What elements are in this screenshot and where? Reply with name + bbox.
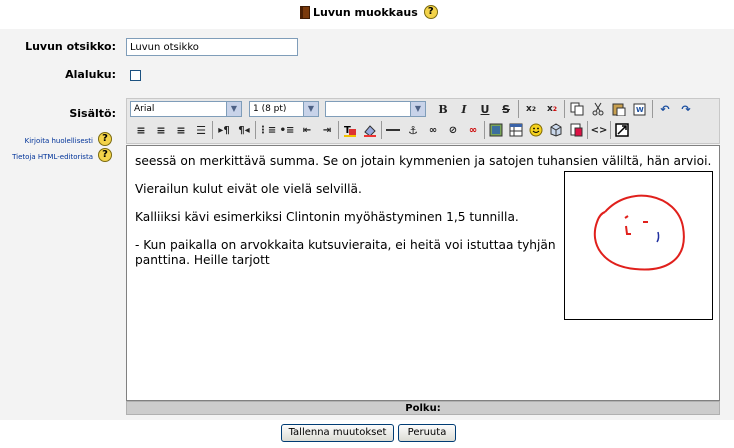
bold-icon[interactable]: B <box>434 100 452 118</box>
format-block-select[interactable]: ▼ <box>325 101 426 117</box>
chevron-down-icon: ▼ <box>303 102 318 116</box>
font-size-value: 1 (8 pt) <box>253 104 287 114</box>
horizontal-rule-icon[interactable] <box>384 121 402 139</box>
chevron-down-icon: ▼ <box>226 102 241 116</box>
book-icon <box>300 5 310 19</box>
superscript-icon[interactable]: x2 <box>543 100 561 118</box>
table-icon[interactable] <box>507 121 525 139</box>
paste-word-icon[interactable]: W <box>631 100 649 118</box>
help-icon[interactable]: ? <box>98 148 112 162</box>
toolbar-separator <box>610 121 611 139</box>
underline-icon[interactable]: U <box>476 100 494 118</box>
help-link-writing[interactable]: Kirjoita huolellisesti <box>10 137 93 145</box>
font-family-select[interactable]: Arial ▼ <box>130 101 242 117</box>
anchor-icon[interactable]: ⚓ <box>404 121 422 139</box>
unlink-icon[interactable]: ⊘ <box>444 121 462 139</box>
chapter-title-label: Luvun otsikko: <box>25 40 116 53</box>
italic-icon[interactable]: I <box>455 100 473 118</box>
content-label: Sisältö: <box>69 107 116 120</box>
search-replace-icon[interactable] <box>567 121 585 139</box>
toolbar-separator <box>338 121 339 139</box>
page-header: Luvun muokkaus ? <box>300 4 438 20</box>
align-left-icon[interactable]: ≡ <box>132 121 150 139</box>
editor-path-bar: Polku: <box>126 401 720 415</box>
html-source-icon[interactable]: <> <box>590 121 608 139</box>
justify-icon[interactable]: ☰ <box>192 121 210 139</box>
strikethrough-icon[interactable]: S <box>497 100 515 118</box>
text-color-icon[interactable]: T <box>341 121 359 139</box>
toolbar-separator <box>652 100 653 118</box>
undo-icon[interactable]: ↶ <box>656 100 674 118</box>
toolbar-separator <box>587 121 588 139</box>
indent-icon[interactable]: ⇥ <box>318 121 336 139</box>
font-family-value: Arial <box>134 104 155 114</box>
help-icon[interactable]: ? <box>423 5 438 19</box>
smiley-drawing[interactable] <box>564 171 713 320</box>
nolink-icon[interactable]: ∞ <box>464 121 482 139</box>
subchapter-checkbox[interactable] <box>130 70 141 81</box>
ltr-icon[interactable]: ▸¶ <box>215 121 233 139</box>
chevron-down-icon: ▼ <box>410 102 425 116</box>
rtl-icon[interactable]: ¶◂ <box>235 121 253 139</box>
fullscreen-icon[interactable] <box>613 121 631 139</box>
align-right-icon[interactable]: ≡ <box>172 121 190 139</box>
help-icon[interactable]: ? <box>98 132 112 146</box>
toolbar-separator <box>255 121 256 139</box>
toolbar-separator <box>518 100 519 118</box>
toolbar-separator <box>564 100 565 118</box>
toolbar-separator <box>212 121 213 139</box>
toolbar-row-2-buttons: ≡ ≡ ≡ ☰ ▸¶ ¶◂ ⋮≡ •≡ ⇤ ⇥ T ⚓ ∞ ⊘ ∞ <> <box>132 121 631 139</box>
cancel-button[interactable]: Peruuta <box>398 424 456 442</box>
smiley-drawing-graphic <box>593 194 685 271</box>
save-button[interactable]: Tallenna muutokset <box>281 424 394 442</box>
special-char-icon[interactable] <box>547 121 565 139</box>
cut-icon[interactable] <box>589 100 607 118</box>
ordered-list-icon[interactable]: ⋮≡ <box>258 121 276 139</box>
outdent-icon[interactable]: ⇤ <box>298 121 316 139</box>
path-label: Polku: <box>405 403 441 414</box>
unordered-list-icon[interactable]: •≡ <box>278 121 296 139</box>
background-color-icon[interactable] <box>361 121 379 139</box>
toolbar-row-1-buttons: B I U S x2 x2 W ↶ ↷ <box>434 100 695 118</box>
chapter-title-input[interactable] <box>126 38 298 56</box>
svg-text:W: W <box>636 106 644 114</box>
copy-icon[interactable] <box>568 100 586 118</box>
redo-icon[interactable]: ↷ <box>677 100 695 118</box>
subscript-icon[interactable]: x2 <box>522 100 540 118</box>
align-center-icon[interactable]: ≡ <box>152 121 170 139</box>
link-icon[interactable]: ∞ <box>424 121 442 139</box>
editor-area[interactable]: seessä on merkittävä summa. Se on jotain… <box>126 145 720 401</box>
image-icon[interactable] <box>487 121 505 139</box>
toolbar-separator <box>381 121 382 139</box>
editor-paragraph: - Kun paikalla on arvokkaita kutsuvierai… <box>135 238 556 267</box>
smiley-icon[interactable] <box>527 121 545 139</box>
editor-paragraph: seessä on merkittävä summa. Se on jotain… <box>135 154 712 168</box>
help-link-html-editor[interactable]: Tietoja HTML-editorista <box>10 153 93 161</box>
paste-icon[interactable] <box>610 100 628 118</box>
page-title: Luvun muokkaus <box>313 5 418 19</box>
toolbar-separator <box>484 121 485 139</box>
subchapter-label: Alaluku: <box>65 68 116 81</box>
font-size-select[interactable]: 1 (8 pt) ▼ <box>249 101 319 117</box>
